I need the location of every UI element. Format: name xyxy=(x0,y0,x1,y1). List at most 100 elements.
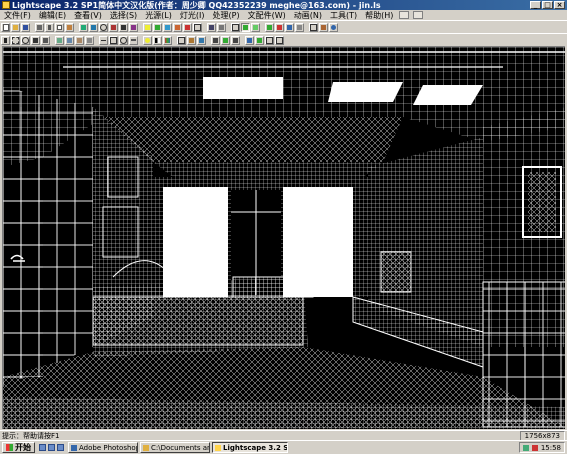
task-label: C:\Documents and Se... xyxy=(151,443,209,452)
viewport-size: 1756x873 xyxy=(519,430,565,441)
process-stop-icon[interactable] xyxy=(275,22,284,32)
task-explorer[interactable]: C:\Documents and Se... xyxy=(140,442,210,453)
block-icon[interactable] xyxy=(173,22,182,32)
rotate-icon[interactable] xyxy=(109,22,118,32)
save-icon[interactable] xyxy=(21,22,30,32)
zoom-icon[interactable] xyxy=(99,22,108,32)
view-top-icon[interactable] xyxy=(55,35,64,45)
bright-icon[interactable] xyxy=(143,35,152,45)
scale-icon[interactable] xyxy=(41,35,50,45)
contrast-icon[interactable] xyxy=(153,35,162,45)
maximize-button[interactable]: □ xyxy=(542,1,553,9)
wireframe-scene xyxy=(3,47,565,429)
help-icon[interactable] xyxy=(329,22,338,32)
open-icon[interactable] xyxy=(11,22,20,32)
move-icon[interactable] xyxy=(31,35,40,45)
window-cascade-icon[interactable] xyxy=(275,35,284,45)
camera-view-icon[interactable] xyxy=(207,22,216,32)
camera-icon[interactable] xyxy=(399,11,410,19)
toolbar-secondary xyxy=(0,33,567,46)
pan-icon[interactable] xyxy=(119,22,128,32)
measure-icon[interactable] xyxy=(129,35,138,45)
menu-select[interactable]: 选择(S) xyxy=(106,10,141,21)
process-start-icon[interactable] xyxy=(265,22,274,32)
process-reset-icon[interactable] xyxy=(295,22,304,32)
folder-icon xyxy=(143,444,149,451)
orbit-icon[interactable] xyxy=(129,22,138,32)
mesh-icon[interactable] xyxy=(177,35,186,45)
menu-file[interactable]: 文件(F) xyxy=(0,10,35,21)
material-icon[interactable] xyxy=(153,22,162,32)
layer-icon[interactable] xyxy=(163,22,172,32)
cut-icon[interactable] xyxy=(45,22,54,32)
outlook-icon[interactable] xyxy=(57,444,64,451)
render-icon[interactable] xyxy=(183,22,192,32)
view-persp-icon[interactable] xyxy=(85,35,94,45)
shaded-mode-icon[interactable] xyxy=(251,22,260,32)
start-button[interactable]: 开始 xyxy=(2,442,35,453)
redo-icon[interactable] xyxy=(89,22,98,32)
stats-icon[interactable] xyxy=(319,22,328,32)
menu-tools[interactable]: 工具(T) xyxy=(326,10,361,21)
menu-materials[interactable]: 文配件(W) xyxy=(244,10,290,21)
desktop-icon[interactable] xyxy=(48,444,55,451)
status-message: 提示：帮助请按F1 xyxy=(2,431,60,440)
left-wall xyxy=(3,87,93,387)
color-icon[interactable] xyxy=(163,35,172,45)
view-front-icon[interactable] xyxy=(65,35,74,45)
menu-bar: 文件(F) 编辑(E) 查看(V) 选择(S) 光源(L) 灯光(I) 处理(P… xyxy=(0,10,567,20)
toolbar-main xyxy=(0,20,567,33)
anim-next-icon[interactable] xyxy=(231,35,240,45)
pointer-icon[interactable] xyxy=(1,35,10,45)
title-bar: Lightscape 3.2 SP1简体中文汉化版(作者：周少卿 QQ42352… xyxy=(0,0,567,10)
mesh-display-icon[interactable] xyxy=(255,35,264,45)
solid-mode-icon[interactable] xyxy=(241,22,250,32)
undo-icon[interactable] xyxy=(79,22,88,32)
process-step-icon[interactable] xyxy=(285,22,294,32)
wireframe-mode-icon[interactable] xyxy=(231,22,240,32)
window-tile-icon[interactable] xyxy=(265,35,274,45)
grid-icon[interactable] xyxy=(193,22,202,32)
copy-icon[interactable] xyxy=(55,22,64,32)
normal-icon[interactable] xyxy=(197,35,206,45)
menu-view[interactable]: 查看(V) xyxy=(70,10,106,21)
menu-edit[interactable]: 编辑(E) xyxy=(35,10,70,21)
menu-lights[interactable]: 灯光(I) xyxy=(176,10,209,21)
windows-logo-icon xyxy=(6,444,13,451)
draw-line-icon[interactable] xyxy=(99,35,108,45)
menu-help[interactable]: 帮助(H) xyxy=(361,10,397,21)
select-lasso-icon[interactable] xyxy=(21,35,30,45)
anim-prev-icon[interactable] xyxy=(211,35,220,45)
volume-icon[interactable] xyxy=(531,444,538,451)
paste-icon[interactable] xyxy=(65,22,74,32)
menu-process[interactable]: 处理(P) xyxy=(209,10,244,21)
minimize-button[interactable]: _ xyxy=(530,1,541,9)
texture-icon[interactable] xyxy=(187,35,196,45)
task-photoshop[interactable]: Adobe Photoshop xyxy=(68,442,138,453)
taskbar: 开始 Adobe Photoshop C:\Documents and Se..… xyxy=(0,440,567,454)
status-bar: 提示：帮助请按F1 1756x873 xyxy=(0,430,567,441)
new-icon[interactable] xyxy=(1,22,10,32)
draw-arc-icon[interactable] xyxy=(119,35,128,45)
select-mode-icon[interactable] xyxy=(217,22,226,32)
clock: 15:58 xyxy=(540,443,561,452)
close-button[interactable]: × xyxy=(554,1,565,9)
light-icon[interactable] xyxy=(143,22,152,32)
select-box-icon[interactable] xyxy=(11,35,20,45)
print-icon[interactable] xyxy=(35,22,44,32)
lightscape-icon xyxy=(215,444,221,451)
table-icon[interactable] xyxy=(309,22,318,32)
view-side-icon[interactable] xyxy=(75,35,84,45)
ie-icon[interactable] xyxy=(39,444,46,451)
draw-poly-icon[interactable] xyxy=(109,35,118,45)
display-icon[interactable] xyxy=(245,35,254,45)
anim-play-icon[interactable] xyxy=(221,35,230,45)
network-icon[interactable] xyxy=(522,444,529,451)
render-viewport[interactable] xyxy=(2,46,565,429)
menu-animation[interactable]: 动画(N) xyxy=(290,10,326,21)
task-label: Lightscape 3.2 SP1... xyxy=(223,443,288,452)
app-icon[interactable] xyxy=(2,1,10,9)
menu-light-source[interactable]: 光源(L) xyxy=(141,10,176,21)
task-lightscape[interactable]: Lightscape 3.2 SP1... xyxy=(212,442,288,453)
camera-pan-icon[interactable] xyxy=(413,11,424,19)
